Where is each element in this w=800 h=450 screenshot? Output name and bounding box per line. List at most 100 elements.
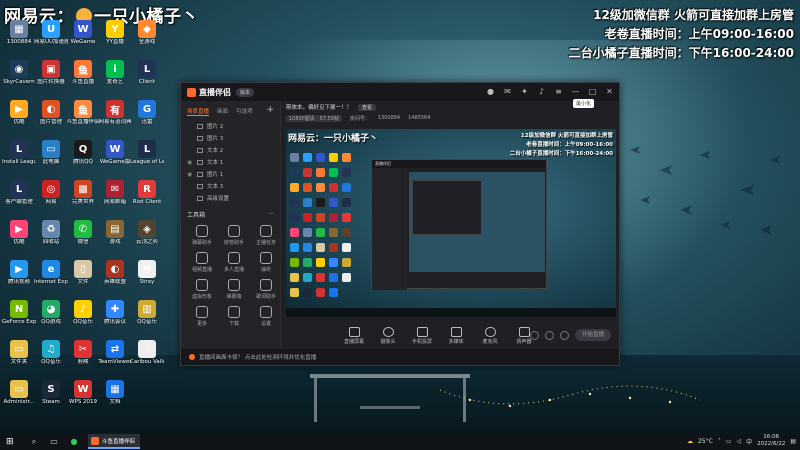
mail-icon[interactable]: ✉ bbox=[502, 86, 513, 97]
desktop-icon[interactable]: ◈ 云顶之弈 bbox=[130, 220, 164, 245]
ime-indicator[interactable]: 中 bbox=[746, 437, 752, 446]
source-item[interactable]: ◉ 文本 1 bbox=[181, 156, 280, 168]
windows-start-icon[interactable]: ⊞ bbox=[6, 437, 20, 447]
desktop-icon[interactable]: NGeForce Experience bbox=[2, 300, 36, 325]
minimize-icon[interactable]: — bbox=[570, 86, 581, 97]
desktop-icon[interactable]: ☃Caribou Valley bbox=[130, 340, 164, 365]
tab-picture[interactable]: 画面 bbox=[217, 107, 228, 116]
desktop-icon[interactable]: ◐ 图片管理 bbox=[34, 100, 68, 125]
source-item[interactable]: 文本 3 bbox=[181, 180, 280, 192]
phone-cast-button[interactable]: 手机投屏 bbox=[410, 327, 434, 345]
source-item[interactable]: ◉ 图片 1 bbox=[181, 168, 280, 180]
version-badge[interactable]: 版本 bbox=[236, 87, 255, 97]
desktop-icon[interactable]: ✉ 网易邮箱 bbox=[98, 180, 132, 205]
desktop-icon[interactable]: Y YY直播 bbox=[98, 20, 132, 45]
desktop-icon[interactable]: L Client bbox=[130, 60, 164, 85]
desktop-icon[interactable]: ◎ 网易 bbox=[34, 180, 68, 205]
bell-icon[interactable]: ♪ bbox=[536, 86, 547, 97]
desktop-icon[interactable]: S Steam bbox=[34, 380, 68, 405]
toolbox-item[interactable]: 下载 bbox=[219, 306, 249, 327]
tab-options[interactable]: 可选项 bbox=[236, 107, 253, 116]
task-view-icon[interactable]: ▭ bbox=[48, 437, 60, 447]
visibility-icon[interactable]: ◉ bbox=[187, 171, 195, 178]
source-item[interactable]: 图片 3 bbox=[181, 132, 280, 144]
source-item[interactable]: 图片 2 bbox=[181, 120, 280, 132]
media-button[interactable]: 多媒体 bbox=[444, 327, 468, 345]
desktop-icon[interactable]: ♫ QQ音乐 bbox=[34, 340, 68, 365]
camera-button[interactable]: 摄像头 bbox=[376, 327, 400, 345]
visibility-icon[interactable]: ◉ bbox=[187, 159, 195, 166]
toolbox-more-icon[interactable]: ⋯ bbox=[268, 210, 274, 219]
window-titlebar[interactable]: 直播伴侣 版本 ● ✉ ✦ ♪ ≡ — □ ✕ bbox=[181, 83, 619, 101]
desktop-icon[interactable]: ▶ 优酷 bbox=[2, 100, 36, 125]
toolbox-item[interactable]: 房管助手 bbox=[219, 225, 249, 246]
desktop-icon[interactable]: eInternet Explorer bbox=[34, 260, 68, 285]
toolbox-item[interactable]: 视频直播 bbox=[187, 252, 217, 273]
start-live-button[interactable]: 开始直播 bbox=[575, 329, 611, 341]
desktop-icon[interactable]: ▯ 文件 bbox=[66, 260, 100, 285]
desktop-icon[interactable]: ✆ 微信 bbox=[66, 220, 100, 245]
desktop-icon[interactable]: ◓ Stray bbox=[130, 260, 164, 285]
tab-scene[interactable]: 场景直播 bbox=[187, 107, 210, 116]
toolbox-item[interactable]: 设置 bbox=[251, 306, 281, 327]
desktop-icon[interactable]: G 迅雷 bbox=[130, 100, 164, 125]
temperature[interactable]: 25°C bbox=[698, 438, 713, 445]
desktop-icon[interactable]: W WPS 2019 bbox=[66, 380, 100, 405]
desktop-icon[interactable]: ◉ SkyrCavern bbox=[2, 60, 36, 85]
weather-icon[interactable]: ☁ bbox=[687, 438, 693, 445]
toolbox-item[interactable]: 弹幕墙 bbox=[219, 279, 249, 300]
desktop-icon[interactable]: 有网易有道词典 bbox=[98, 100, 132, 125]
toolbox-item[interactable]: 多人直播 bbox=[219, 252, 249, 273]
status-text[interactable]: 直播间画面卡顿？ 点击此处检测环境并优化直播 bbox=[199, 353, 316, 361]
gift-icon[interactable]: ✦ bbox=[519, 86, 530, 97]
desktop-icon[interactable]: ♪ QQ音乐 bbox=[66, 300, 100, 325]
desktop-icon[interactable]: 鱼斗鱼直播伴侣 bbox=[66, 100, 100, 125]
toolbox-item[interactable]: 弹幕助手 bbox=[187, 225, 217, 246]
search-icon[interactable]: ⌕ bbox=[28, 437, 40, 447]
desktop-icon[interactable]: ▦ 文档 bbox=[98, 380, 132, 405]
avatar[interactable]: ● bbox=[485, 86, 496, 97]
preview-toggle-icon[interactable] bbox=[545, 330, 554, 340]
notification-icon[interactable]: ▤ bbox=[790, 438, 796, 445]
toolbox-item[interactable]: 歌词助手 bbox=[251, 279, 281, 300]
network-icon[interactable]: ▭ bbox=[726, 438, 732, 445]
notice-button[interactable]: 查看 bbox=[358, 103, 377, 111]
desktop-icon[interactable]: ◆ 全游戏 bbox=[130, 20, 164, 45]
toolbox-item[interactable]: 虚拟形象 bbox=[187, 279, 217, 300]
clock[interactable]: 16:06 2022/6/22 bbox=[757, 434, 785, 448]
desktop-icon[interactable]: ▦ 1300884 bbox=[2, 20, 36, 45]
desktop-icon[interactable]: i 爱奇艺 bbox=[98, 60, 132, 85]
desktop-icon[interactable]: ▭ 文件夹 bbox=[2, 340, 36, 365]
desktop-icon[interactable]: ▶ 优酷 bbox=[2, 220, 36, 245]
close-icon[interactable]: ✕ bbox=[604, 86, 615, 97]
volume-icon[interactable]: ◁ bbox=[736, 438, 741, 445]
desktop-icon[interactable]: Q 腾讯QQ bbox=[66, 140, 100, 165]
screen-capture-button[interactable]: 直播屏幕 bbox=[342, 327, 366, 345]
wechat-taskbar-icon[interactable]: ● bbox=[68, 437, 80, 447]
tray-chevron-icon[interactable]: ˄ bbox=[718, 438, 721, 445]
desktop-icon[interactable]: W WeGame bbox=[66, 20, 100, 45]
desktop-icon[interactable]: ♻ 回收站 bbox=[34, 220, 68, 245]
stream-preview[interactable]: 网易云：一只小橘子丶 12级加微信群 火箭可直接加群上房管 老卷直播时间：上午0… bbox=[286, 129, 616, 317]
desktop-icon[interactable]: ▭ 此电脑 bbox=[34, 140, 68, 165]
quality-badge[interactable]: 1080P超清 · 57.59帧 bbox=[286, 114, 342, 122]
source-item[interactable]: 文本 2 bbox=[181, 144, 280, 156]
desktop-icon[interactable]: ▩ 完美世界 bbox=[66, 180, 100, 205]
desktop-icon[interactable]: ▤ 游戏 bbox=[98, 220, 132, 245]
menu-icon[interactable]: ≡ bbox=[553, 86, 564, 97]
desktop-icon[interactable]: ▥ QQ音乐 bbox=[130, 300, 164, 325]
toolbox-item[interactable]: 更多 bbox=[187, 306, 217, 327]
desktop-icon[interactable]: LInstall League bbox=[2, 140, 36, 165]
desktop-icon[interactable]: R Riot Client bbox=[130, 180, 164, 205]
desktop-icon[interactable]: ▣ 图片转换器 bbox=[34, 60, 68, 85]
desktop-icon[interactable]: ◐ 英雄联盟 bbox=[98, 260, 132, 285]
microphone-button[interactable]: 麦克风 bbox=[478, 327, 502, 345]
desktop-icon[interactable]: ⇄ TeamViewer bbox=[98, 340, 132, 365]
settings-icon[interactable] bbox=[560, 330, 569, 340]
desktop-icon[interactable]: W WeGame版 bbox=[98, 140, 132, 165]
add-source-icon[interactable]: + bbox=[266, 105, 274, 115]
maximize-icon[interactable]: □ bbox=[587, 86, 598, 97]
toolbox-item[interactable]: 抽奖 bbox=[251, 252, 281, 273]
toolbox-item[interactable]: 主播任务 bbox=[251, 225, 281, 246]
desktop-icon[interactable]: L 客户端管理 bbox=[2, 180, 36, 205]
